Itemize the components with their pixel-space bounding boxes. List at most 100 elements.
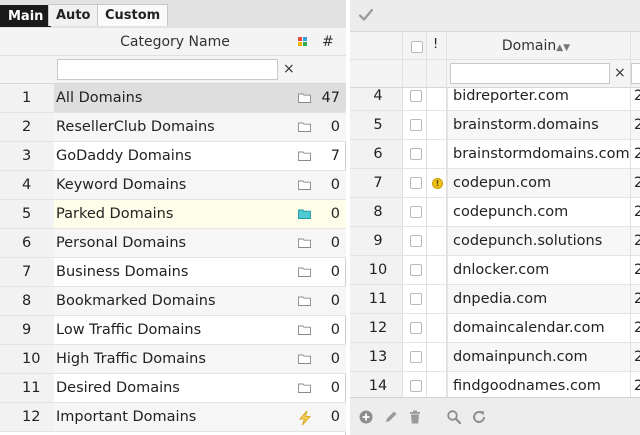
color-grid-icon[interactable] — [298, 37, 308, 47]
category-row[interactable]: 9 Low Traffic Domains 0 — [0, 316, 346, 345]
domain-row-checkbox[interactable] — [410, 235, 422, 247]
domain-row[interactable]: 13 domainpunch.com 2 — [350, 343, 640, 372]
domain-toolbar — [350, 0, 640, 32]
category-list: 1 All Domains 47 2 ResellerClub Domains 0… — [0, 84, 346, 432]
category-row[interactable]: 3 GoDaddy Domains 7 — [0, 142, 346, 171]
domain-row-checkbox[interactable] — [410, 351, 422, 363]
category-panel: Main Auto Custom Category Name # × 1 All… — [0, 0, 346, 435]
domain-row-number: 14 — [350, 372, 402, 397]
domain-next-column-cell: 2 — [630, 88, 640, 110]
domain-name-cell[interactable]: dnlocker.com — [447, 256, 640, 284]
domain-row[interactable]: 6 brainstormdomains.com 2 — [350, 140, 640, 169]
domain-row[interactable]: 14 findgoodnames.com 2 — [350, 372, 640, 397]
domain-row[interactable]: 11 dnpedia.com 2 — [350, 285, 640, 314]
domain-name-cell[interactable]: dnpedia.com — [447, 285, 640, 313]
domain-row-checkbox[interactable] — [410, 264, 422, 276]
domain-row-checkbox[interactable] — [410, 322, 422, 334]
search-icon[interactable] — [446, 409, 462, 425]
category-filter-input[interactable] — [57, 59, 278, 80]
category-row[interactable]: 5 Parked Domains 0 — [0, 200, 346, 229]
category-row[interactable]: 8 Bookmarked Domains 0 — [0, 287, 346, 316]
clear-category-filter-button[interactable]: × — [283, 61, 295, 77]
tab-auto[interactable]: Auto — [48, 4, 99, 26]
domain-name-cell[interactable]: codepunch.solutions — [447, 227, 640, 255]
domain-name-cell[interactable]: domaincalendar.com — [447, 314, 640, 342]
column-divider — [630, 32, 631, 397]
domain-row[interactable]: 4 bidreporter.com 2 — [350, 88, 640, 111]
refresh-icon[interactable] — [471, 409, 487, 425]
domain-name-cell[interactable]: brainstormdomains.com — [447, 140, 640, 168]
domain-name-cell[interactable]: codepunch.com — [447, 198, 640, 226]
domain-name-cell[interactable]: brainstorm.domains — [447, 111, 640, 139]
domain-row-number: 10 — [350, 256, 402, 284]
domain-row-checkbox[interactable] — [410, 119, 422, 131]
domain-row-checkbox[interactable] — [410, 148, 422, 160]
domain-next-column-cell: 2 — [630, 169, 640, 197]
delete-trash-icon[interactable] — [407, 409, 423, 425]
category-name-column-header[interactable]: Category Name — [55, 28, 295, 56]
category-row-number: 9 — [0, 316, 54, 344]
domain-row[interactable]: 9 codepunch.solutions 2 — [350, 227, 640, 256]
category-row-count: 7 — [330, 148, 340, 164]
domain-row[interactable]: 8 codepunch.com 2 — [350, 198, 640, 227]
domain-column-label: Domain — [501, 38, 557, 54]
category-row[interactable]: 12 Important Domains 0 — [0, 403, 346, 432]
category-row-number: 8 — [0, 287, 54, 315]
domain-column-header[interactable]: Domain▲▼ — [446, 32, 626, 62]
domain-name-cell[interactable]: domainpunch.com — [447, 343, 640, 371]
domain-row-number: 13 — [350, 343, 402, 371]
domain-row-checkbox[interactable] — [410, 293, 422, 305]
domain-row-checkbox[interactable] — [410, 206, 422, 218]
domain-list[interactable]: 4 bidreporter.com 25 brainstorm.domains … — [350, 88, 640, 397]
domain-name-cell[interactable]: findgoodnames.com — [447, 372, 640, 397]
category-row-count: 0 — [330, 264, 340, 280]
tab-main[interactable]: Main — [0, 5, 52, 27]
category-row[interactable]: 1 All Domains 47 — [0, 84, 346, 113]
domain-next-column-cell: 2 — [630, 285, 640, 313]
clear-domain-filter-button[interactable]: × — [614, 65, 626, 81]
domain-filter-input[interactable] — [450, 63, 610, 84]
folder-icon — [298, 296, 311, 306]
category-table-header: Category Name # — [0, 28, 346, 56]
domain-row-checkbox[interactable] — [410, 177, 422, 189]
category-row[interactable]: 4 Keyword Domains 0 — [0, 171, 346, 200]
column-divider — [446, 32, 447, 397]
tab-custom[interactable]: Custom — [97, 4, 169, 26]
count-column-header[interactable]: # — [322, 28, 334, 56]
domain-row-number: 6 — [350, 140, 402, 168]
flag-column-header[interactable]: ! — [433, 37, 438, 52]
category-row-count: 0 — [330, 177, 340, 193]
domain-row[interactable]: 5 brainstorm.domains 2 — [350, 111, 640, 140]
category-row[interactable]: 11 Desired Domains 0 — [0, 374, 346, 403]
domain-row-checkbox[interactable] — [410, 90, 422, 102]
category-row-number: 6 — [0, 229, 54, 257]
category-row[interactable]: 2 ResellerClub Domains 0 — [0, 113, 346, 142]
sort-arrows-icon[interactable]: ▲▼ — [556, 43, 570, 53]
domain-row-checkbox[interactable] — [410, 380, 422, 392]
domain-next-column-cell: 2 — [630, 314, 640, 342]
folder-icon — [298, 325, 311, 335]
category-row-count: 0 — [330, 351, 340, 367]
edit-pencil-icon[interactable] — [383, 409, 399, 425]
domain-row[interactable]: 7 ! codepun.com 2 — [350, 169, 640, 198]
domain-name-cell[interactable]: bidreporter.com — [447, 88, 640, 110]
domain-row[interactable]: 12 domaincalendar.com 2 — [350, 314, 640, 343]
category-row[interactable]: 6 Personal Domains 0 — [0, 229, 346, 258]
category-row[interactable]: 10 High Traffic Domains 0 — [0, 345, 346, 374]
category-row-count: 47 — [321, 90, 340, 106]
domain-table-header: ! Domain▲▼ — [350, 32, 640, 60]
category-row-count: 0 — [330, 293, 340, 309]
select-all-checkbox[interactable] — [411, 41, 423, 53]
add-icon[interactable] — [358, 409, 374, 425]
category-row[interactable]: 7 Business Domains 0 — [0, 258, 346, 287]
next-column-filter-input[interactable] — [631, 63, 640, 84]
domain-next-column-cell: 2 — [630, 111, 640, 139]
domain-row[interactable]: 10 dnlocker.com 2 — [350, 256, 640, 285]
domain-name-cell[interactable]: codepun.com — [447, 169, 640, 197]
domain-row-number: 11 — [350, 285, 402, 313]
domain-next-column-cell: 2 — [630, 198, 640, 226]
folder-icon — [298, 267, 311, 277]
category-row-count: 0 — [330, 322, 340, 338]
checkmark-icon[interactable] — [357, 6, 375, 24]
category-row-count: 0 — [330, 119, 340, 135]
